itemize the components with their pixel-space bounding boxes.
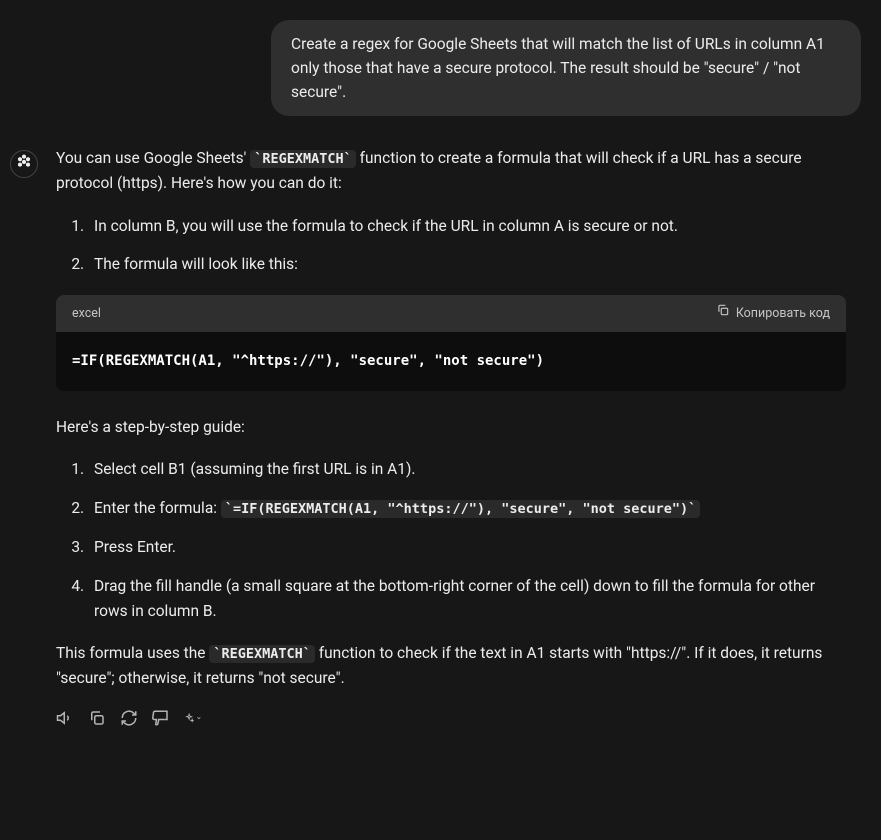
thumbs-down-button[interactable] [152,709,170,727]
instruction-list-2: Select cell B1 (assuming the first URL i… [56,457,846,623]
guide-intro: Here's a step-by-step guide: [56,415,846,440]
code-header: excel Копировать код [56,295,846,332]
openai-logo-icon [16,151,32,177]
list1-item-1: In column B, you will use the formula to… [88,214,846,239]
assistant-content: You can use Google Sheets' `REGEXMATCH` … [56,146,846,727]
copy-code-button[interactable]: Копировать код [716,303,830,324]
code-block: excel Копировать код =IF(REGEXMATCH(A1, … [56,295,846,390]
regenerate-button[interactable] [120,709,138,727]
list2-item2-prefix: Enter the formula: [94,499,221,517]
user-message-text: Create a regex for Google Sheets that wi… [291,35,825,101]
sparkle-button[interactable] [184,709,202,727]
copy-icon [716,303,730,324]
copy-label: Копировать код [736,304,830,324]
code-content[interactable]: =IF(REGEXMATCH(A1, "^https://"), "secure… [56,332,846,390]
outro-paragraph: This formula uses the `REGEXMATCH` funct… [56,641,846,691]
inline-code-regexmatch: `REGEXMATCH` [250,150,356,168]
user-message-row: Create a regex for Google Sheets that wi… [10,20,861,116]
list2-item-2: Enter the formula: `=IF(REGEXMATCH(A1, "… [88,496,846,521]
intro-paragraph: You can use Google Sheets' `REGEXMATCH` … [56,146,846,196]
outro-text-1: This formula uses the [56,644,209,662]
list2-item-1: Select cell B1 (assuming the first URL i… [88,457,846,482]
read-aloud-button[interactable] [56,709,74,727]
copy-button[interactable] [88,709,106,727]
assistant-row: You can use Google Sheets' `REGEXMATCH` … [10,146,861,727]
instruction-list-1: In column B, you will use the formula to… [56,214,846,278]
intro-text-1: You can use Google Sheets' [56,149,250,167]
inline-code-regexmatch-2: `REGEXMATCH` [209,645,315,663]
message-actions [56,709,846,727]
chevron-down-icon [196,713,202,723]
list2-item-3: Press Enter. [88,535,846,560]
assistant-avatar [10,150,38,178]
list2-item-4: Drag the fill handle (a small square at … [88,574,846,624]
list1-item-2: The formula will look like this: [88,252,846,277]
inline-code-formula: `=IF(REGEXMATCH(A1, "^https://"), "secur… [221,500,700,518]
code-language-label: excel [72,304,101,324]
user-message-bubble: Create a regex for Google Sheets that wi… [271,20,861,116]
